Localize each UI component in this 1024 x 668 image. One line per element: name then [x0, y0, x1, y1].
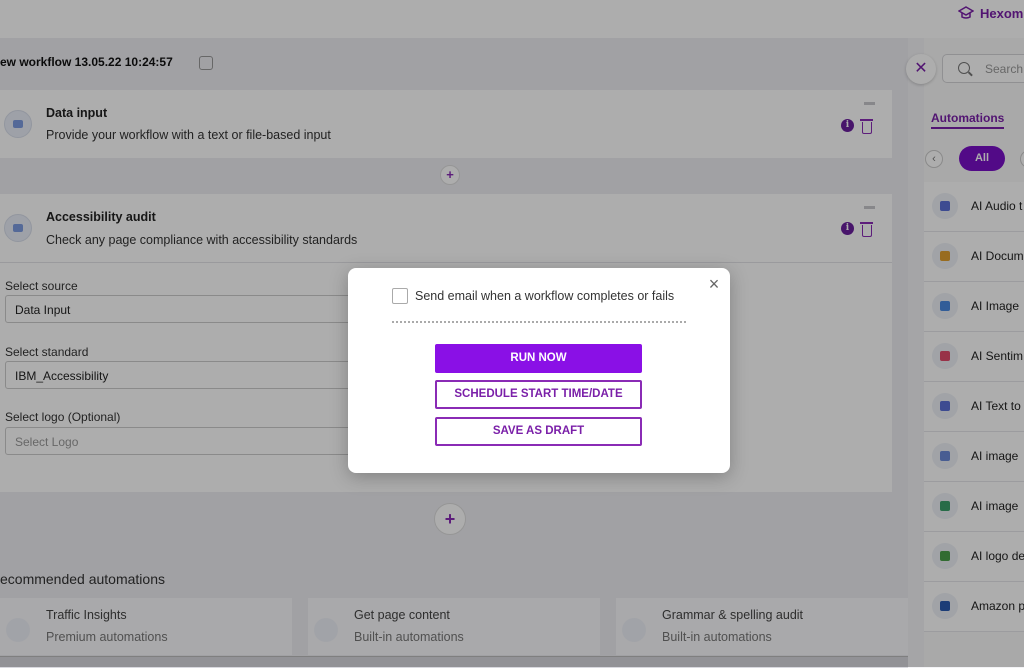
dotted-divider: [392, 321, 686, 323]
email-notify-checkbox[interactable]: [392, 288, 408, 304]
run-now-button[interactable]: RUN NOW: [435, 344, 642, 373]
schedule-button[interactable]: SCHEDULE START TIME/DATE: [435, 380, 642, 409]
save-draft-button[interactable]: SAVE AS DRAFT: [435, 417, 642, 446]
close-icon[interactable]: ×: [706, 275, 722, 293]
run-workflow-dialog: × Send email when a workflow completes o…: [348, 268, 730, 473]
email-notify-label[interactable]: Send email when a workflow completes or …: [415, 289, 674, 303]
